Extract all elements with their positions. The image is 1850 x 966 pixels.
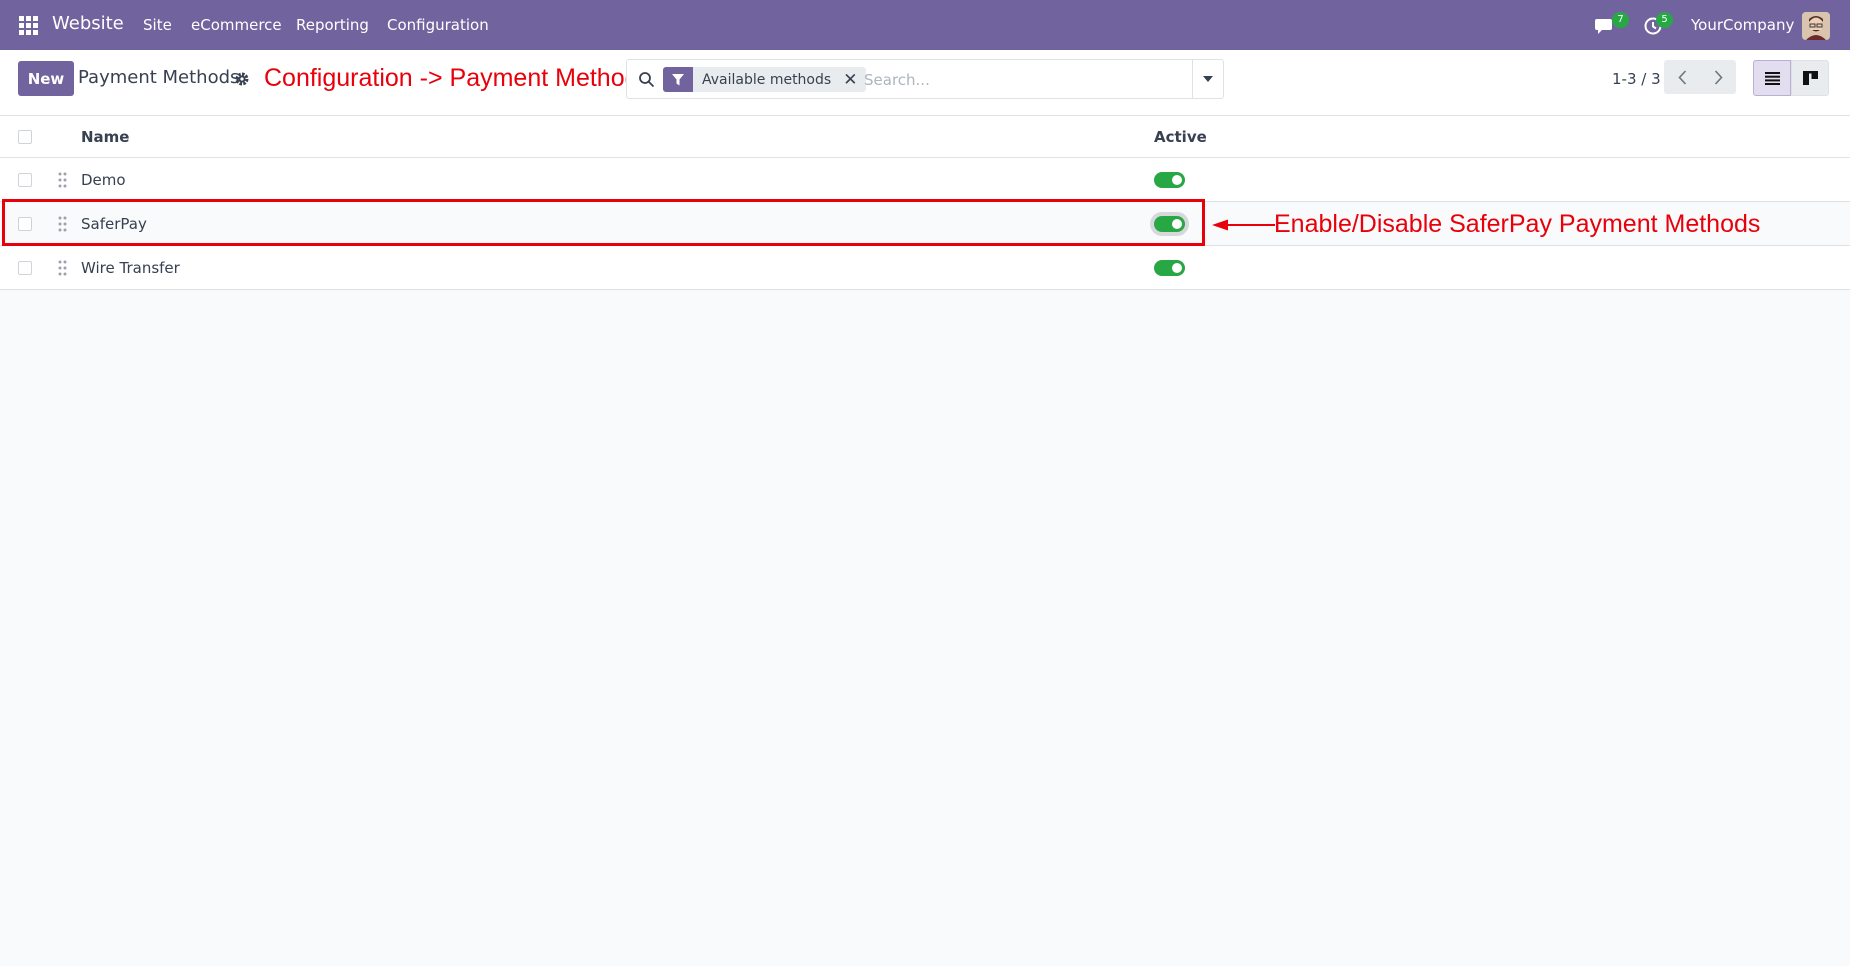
filter-icon	[663, 67, 693, 92]
menu-item-site[interactable]: Site	[143, 16, 172, 34]
menu-item-reporting[interactable]: Reporting	[296, 16, 369, 34]
row-checkbox[interactable]	[18, 261, 32, 275]
row-name[interactable]: Wire Transfer	[81, 259, 180, 277]
annotation-arrow-icon	[1212, 219, 1275, 231]
row-name[interactable]: Demo	[81, 171, 126, 189]
annotation-config-path: Configuration -> Payment Methods	[264, 64, 652, 92]
caret-down-icon	[1203, 76, 1213, 82]
column-header-active[interactable]: Active	[1154, 128, 1207, 146]
table-row[interactable]: Wire Transfer	[0, 246, 1850, 290]
search-facet: Available methods ✕	[663, 67, 867, 92]
gear-icon[interactable]	[234, 71, 250, 87]
company-switcher[interactable]: YourCompany	[1691, 16, 1794, 34]
table-row[interactable]: Demo	[0, 158, 1850, 202]
menu-item-configuration[interactable]: Configuration	[387, 16, 489, 34]
pager-value[interactable]: 1-3 / 3	[1612, 70, 1661, 88]
row-checkbox[interactable]	[18, 173, 32, 187]
messages-count-badge: 7	[1612, 12, 1629, 28]
list-view-button[interactable]	[1753, 60, 1791, 96]
pager-previous-button[interactable]	[1664, 60, 1700, 94]
kanban-view-button[interactable]	[1791, 60, 1829, 96]
kanban-view-icon	[1802, 71, 1818, 85]
search-options-toggle[interactable]	[1192, 60, 1223, 98]
search-bar: Available methods ✕	[626, 59, 1224, 99]
list-view-icon	[1764, 71, 1780, 85]
active-toggle[interactable]	[1154, 172, 1185, 188]
chevron-left-icon	[1677, 69, 1686, 85]
pager-next-button[interactable]	[1700, 60, 1736, 94]
drag-handle-icon[interactable]	[58, 172, 67, 188]
user-avatar[interactable]	[1802, 12, 1830, 40]
new-button[interactable]: New	[18, 61, 74, 96]
annotation-toggle-hint: Enable/Disable SaferPay Payment Methods	[1274, 210, 1761, 238]
list-header: Name Active	[0, 116, 1850, 158]
facet-remove-icon[interactable]: ✕	[843, 70, 866, 90]
menu-item-ecommerce[interactable]: eCommerce	[191, 16, 282, 34]
page-title: Payment Methods	[78, 67, 240, 88]
annotation-highlight-box	[2, 199, 1205, 246]
active-toggle[interactable]	[1154, 260, 1185, 276]
search-icon[interactable]	[638, 71, 655, 88]
control-panel: New Payment Methods Configuration -> Pay…	[0, 50, 1850, 116]
search-input[interactable]	[864, 68, 1184, 92]
chevron-right-icon	[1714, 69, 1723, 85]
column-header-name[interactable]: Name	[81, 128, 129, 146]
app-brand[interactable]: Website	[52, 13, 124, 34]
top-navbar: Website Site eCommerce Reporting Configu…	[0, 0, 1850, 50]
drag-handle-icon[interactable]	[58, 260, 67, 276]
activities-count-badge: 5	[1656, 12, 1673, 28]
select-all-checkbox[interactable]	[18, 130, 32, 144]
apps-menu-icon[interactable]	[19, 16, 38, 35]
facet-label: Available methods	[702, 71, 832, 88]
